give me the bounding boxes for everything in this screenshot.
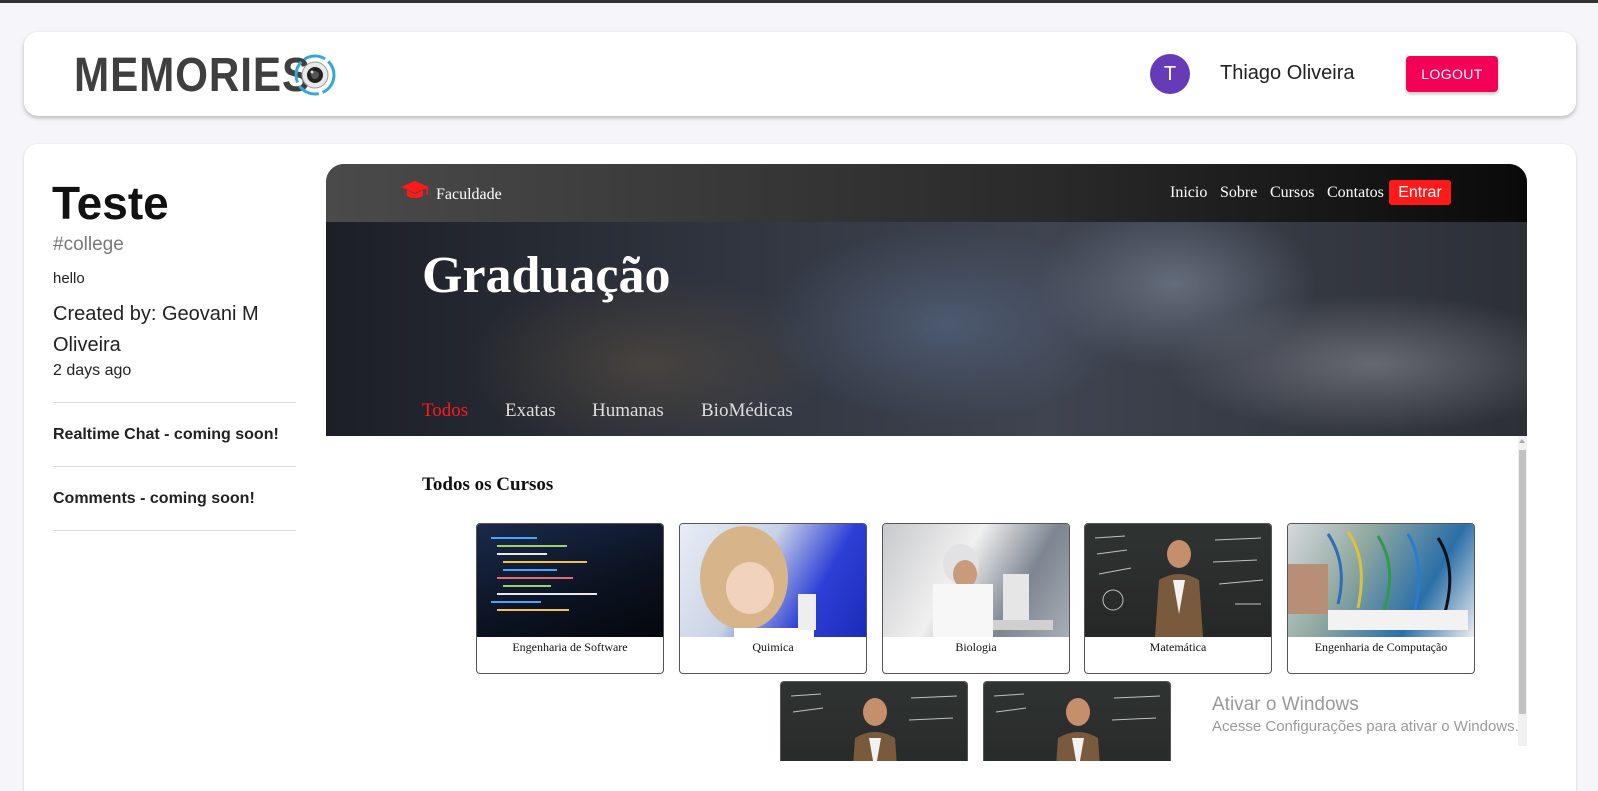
nav-inicio[interactable]: Inicio: [1170, 184, 1207, 202]
course-name: Engenharia de Computação: [1314, 640, 1448, 654]
iframe-scrollbar[interactable]: [1518, 436, 1527, 746]
nav-contatos[interactable]: Contatos: [1327, 184, 1384, 202]
user-name: Thiago Oliveira: [1220, 62, 1355, 84]
hero-banner: Faculdade Inicio Sobre Cursos Contatos E…: [326, 164, 1527, 436]
post-time: 2 days ago: [53, 362, 132, 379]
post-author: Created by: Geovani M Oliveira: [53, 303, 259, 356]
course-name: Biologia: [955, 640, 997, 654]
course-card[interactable]: Engenharia de Computação: [1287, 523, 1475, 674]
course-card[interactable]: Matemática: [1084, 523, 1272, 674]
course-image: [1085, 524, 1271, 637]
course-image: [1288, 524, 1474, 637]
graduation-cap-icon: [401, 181, 429, 198]
watermark-title: Ativar o Windows: [1212, 694, 1359, 715]
divider: [53, 402, 296, 403]
category-biomedicas[interactable]: BioMédicas: [701, 400, 793, 422]
course-image: [781, 682, 967, 761]
app-logo-text: MEMORIES: [74, 49, 312, 102]
camera-lens-icon: [294, 54, 336, 96]
category-exatas[interactable]: Exatas: [505, 400, 556, 422]
course-card[interactable]: Engenharia de Software: [476, 523, 664, 674]
course-image: [477, 524, 663, 637]
course-name: Engenharia de Software: [512, 640, 628, 654]
entrar-button[interactable]: Entrar: [1389, 180, 1451, 205]
post-message: hello: [53, 270, 85, 287]
hero-title: Graduação: [422, 247, 671, 304]
course-image: [680, 524, 866, 637]
post-title: Teste: [52, 177, 169, 229]
logout-button[interactable]: LOGOUT: [1406, 56, 1498, 92]
divider: [53, 530, 296, 531]
courses-section-title: Todos os Cursos: [422, 474, 554, 495]
category-humanas[interactable]: Humanas: [592, 400, 664, 422]
course-image: [984, 682, 1170, 761]
post-tags: #college: [53, 234, 124, 255]
course-card[interactable]: [983, 681, 1171, 761]
nav-sobre[interactable]: Sobre: [1220, 184, 1257, 202]
user-avatar[interactable]: T: [1150, 54, 1190, 94]
scrollbar-thumb[interactable]: [1519, 450, 1526, 714]
course-image: [883, 524, 1069, 637]
course-card[interactable]: [780, 681, 968, 761]
scroll-up-arrow-icon[interactable]: [1519, 439, 1525, 443]
course-name: Quimica: [752, 640, 794, 654]
comments-note: Comments - coming soon!: [53, 490, 255, 507]
app-bar: MEMORIES T Thiago Oliveira LOGOUT: [24, 32, 1576, 116]
divider: [53, 466, 296, 467]
category-todos[interactable]: Todos: [422, 400, 468, 422]
watermark-subtitle: Acesse Configurações para ativar o Windo…: [1212, 718, 1519, 735]
realtime-chat-note: Realtime Chat - coming soon!: [53, 426, 279, 443]
top-border: [0, 0, 1598, 3]
course-card[interactable]: Quimica: [679, 523, 867, 674]
site-navbar: Faculdade Inicio Sobre Cursos Contatos E…: [326, 164, 1527, 222]
course-name: Matemática: [1149, 640, 1207, 654]
windows-activation-watermark: Ativar o Windows Acesse Configurações pa…: [1212, 694, 1519, 735]
site-brand[interactable]: Faculdade: [436, 186, 502, 204]
nav-cursos[interactable]: Cursos: [1270, 184, 1314, 202]
course-card[interactable]: Biologia: [882, 523, 1070, 674]
